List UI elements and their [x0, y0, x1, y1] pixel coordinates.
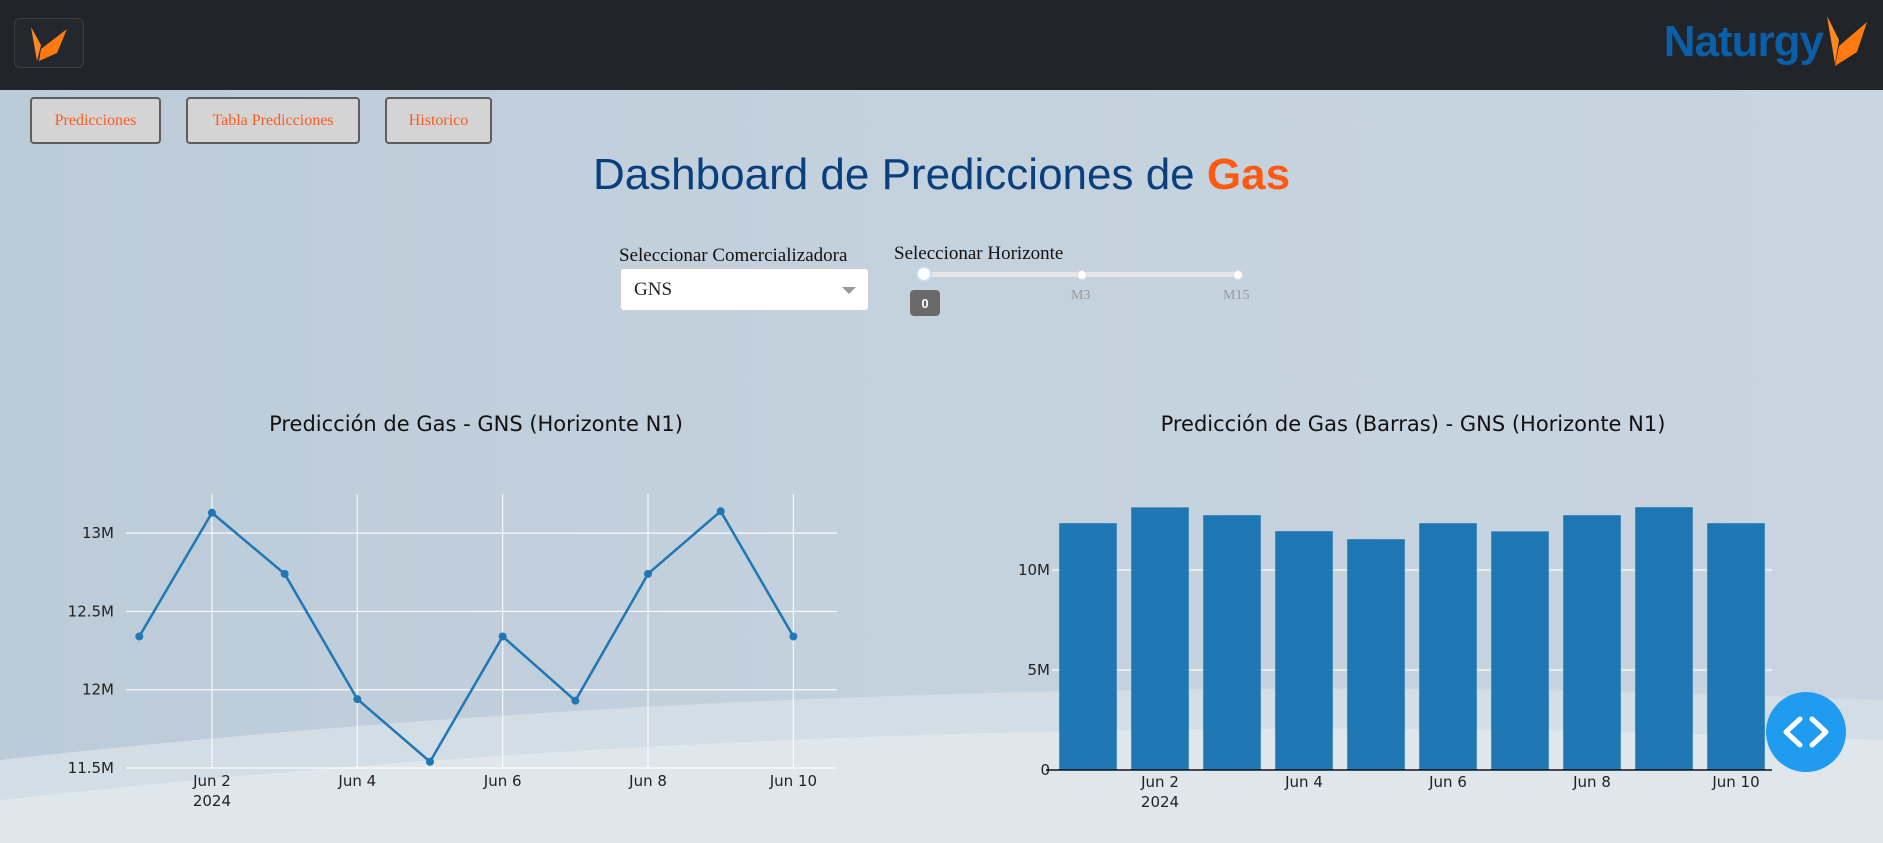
line-chart-point [135, 632, 144, 641]
bar-chart-bar [1347, 539, 1405, 770]
line-chart-point [571, 696, 580, 705]
line-chart-xtick-label: Jun 2 2024 [192, 772, 231, 810]
bar-chart-bar [1203, 515, 1261, 770]
line-chart-series-line [138, 509, 795, 764]
line-chart-xtick-label: Jun 8 [628, 772, 667, 790]
bar-chart-xtick-label: Jun 6 [1428, 773, 1467, 791]
code-toggle-button[interactable] [1766, 692, 1846, 772]
bar-chart-bar [1275, 531, 1333, 770]
bar-chart-ytick-label: 5M [1028, 661, 1051, 679]
code-brackets-icon [1783, 716, 1829, 748]
bar-chart-xtick-label: Jun 8 [1572, 773, 1611, 791]
line-chart-point [353, 695, 362, 704]
line-chart-point [789, 632, 798, 641]
bar-chart-bar [1707, 523, 1765, 770]
line-chart-point [425, 757, 434, 766]
bar-chart-bar [1131, 507, 1189, 770]
line-chart-xtick-label: Jun 4 [337, 772, 376, 790]
bar-chart-bar [1419, 523, 1477, 770]
line-chart-point [716, 507, 725, 516]
bar-chart-ytick-label: 10M [1018, 561, 1050, 579]
line-chart-point [207, 508, 216, 517]
bar-chart-xtick-label: Jun 10 [1711, 773, 1759, 791]
bar-chart-xtick-label: Jun 4 [1284, 773, 1323, 791]
line-chart-ytick-label: 13M [82, 524, 114, 542]
line-chart-point [280, 569, 289, 578]
line-chart-xtick-label: Jun 10 [769, 772, 817, 790]
line-chart: Jun 2 2024 Jun 4 Jun 6 Jun 8 Jun 10 11.5M 12M 12… [68, 494, 1772, 811]
line-chart-ytick-label: 11.5M [68, 759, 114, 777]
line-chart-ytick-label: 12.5M [68, 602, 114, 620]
line-chart-point [498, 632, 507, 641]
bar-chart-bar [1635, 507, 1693, 770]
bar-chart-bar [1563, 515, 1621, 770]
line-chart-ytick-label: 12M [82, 681, 114, 699]
line-chart-xtick-label: Jun 6 [483, 772, 522, 790]
bar-chart-xtick-label: Jun 2 2024 [1140, 773, 1179, 811]
bar-chart-bar [1491, 531, 1549, 770]
bar-chart-bar [1059, 523, 1117, 770]
line-chart-point [644, 569, 653, 578]
